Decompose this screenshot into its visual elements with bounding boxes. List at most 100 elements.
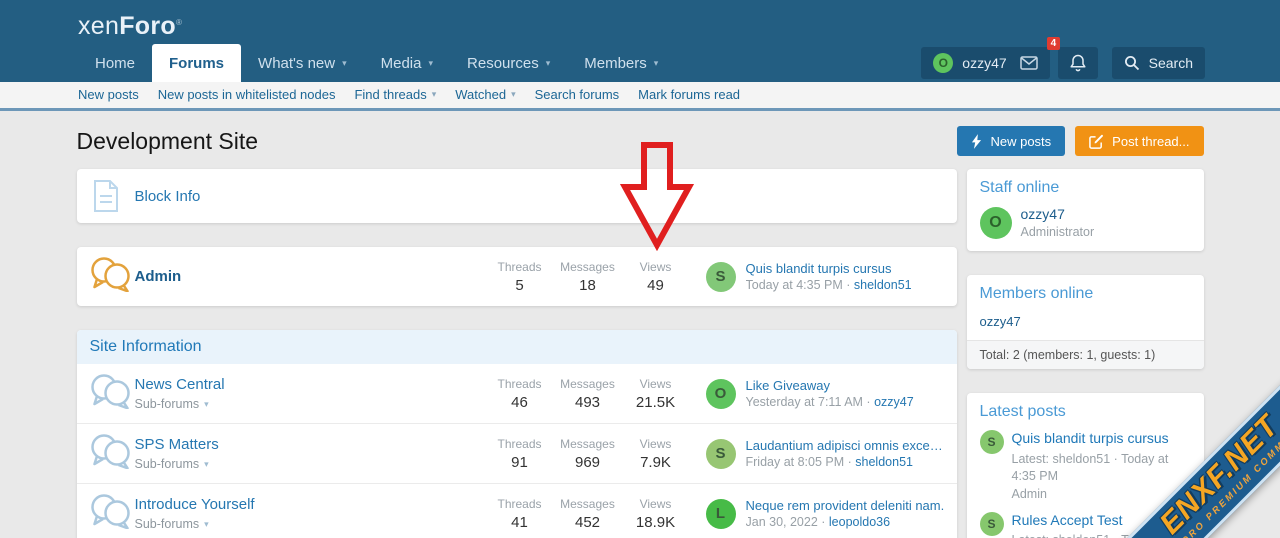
subnav-new-posts-whitelisted[interactable]: New posts in whitelisted nodes (158, 87, 336, 102)
subnav-watched[interactable]: Watched▾ (455, 87, 515, 102)
block-info-link[interactable]: Block Info (135, 188, 201, 205)
search-icon (1124, 55, 1140, 71)
members-online-total: Total: 2 (members: 1, guests: 1) (967, 340, 1204, 369)
members-online-block: Members online ozzy47 Total: 2 (members:… (967, 275, 1204, 369)
latest-post-link[interactable]: Quis blandit turpis cursus (1012, 430, 1191, 448)
subnav-new-posts[interactable]: New posts (78, 87, 139, 102)
avatar[interactable]: O (980, 207, 1012, 239)
threads-stat: Threads41 (486, 497, 554, 531)
site-information-panel: Site Information News Central Sub-forums… (77, 330, 957, 538)
forum-title-admin[interactable]: Admin (135, 268, 182, 285)
category-header[interactable]: Site Information (77, 330, 957, 364)
threads-stat: Threads46 (486, 377, 554, 411)
subnav-find-threads[interactable]: Find threads▾ (354, 87, 436, 102)
messages-stat: Messages452 (554, 497, 622, 531)
forum-title-sps-matters[interactable]: SPS Matters (135, 436, 219, 453)
forum-comments-icon (89, 433, 135, 474)
trademark-mark: ® (176, 18, 182, 27)
xenforo-logo[interactable]: xenForo® (78, 12, 1280, 41)
chevron-down-icon: ▾ (546, 58, 551, 69)
block-info-panel: Block Info (77, 169, 957, 223)
avatar[interactable]: S (980, 430, 1004, 454)
avatar[interactable]: S (706, 262, 736, 292)
admin-forum-panel: Admin Threads5 Messages18 Views49 S Quis… (77, 247, 957, 306)
threads-stat: Threads91 (486, 437, 554, 471)
forum-row: Introduce Yourself Sub-forums▾ Threads41… (77, 483, 957, 538)
subforums-toggle[interactable]: Sub-forums▾ (135, 397, 486, 411)
account-menu[interactable]: O ozzy47 (921, 47, 1049, 79)
alerts-button[interactable]: 4 (1058, 47, 1098, 79)
latest-user-link[interactable]: ozzy47 (874, 395, 914, 409)
annotation-arrow-down (620, 141, 694, 251)
members-online-title: Members online (967, 275, 1204, 310)
chevron-down-icon: ▾ (342, 58, 347, 69)
subforums-toggle[interactable]: Sub-forums▾ (135, 517, 486, 531)
forum-comments-icon (89, 373, 135, 414)
nav-item-home[interactable]: Home (78, 44, 152, 82)
post-thread-button[interactable]: Post thread... (1075, 126, 1203, 156)
latest-user-link[interactable]: sheldon51 (855, 455, 913, 469)
chevron-down-icon: ▾ (204, 399, 209, 410)
staff-online-block: Staff online O ozzy47 Administrator (967, 169, 1204, 251)
messages-stat: Messages969 (554, 437, 622, 471)
staff-role: Administrator (1021, 225, 1095, 239)
main-nav: Home Forums What's new▾ Media▾ Resources… (78, 44, 675, 82)
forum-row: News Central Sub-forums▾ Threads46 Messa… (77, 364, 957, 423)
latest-thread-link[interactable]: Quis blandit turpis cursus (746, 261, 912, 276)
conversations-icon[interactable] (1020, 56, 1038, 70)
username: ozzy47 (962, 55, 1006, 71)
avatar: O (933, 53, 953, 73)
nav-item-members[interactable]: Members▾ (567, 44, 675, 82)
messages-stat: Messages18 (554, 260, 622, 294)
forum-title-news-central[interactable]: News Central (135, 376, 225, 393)
avatar[interactable]: L (706, 499, 736, 529)
subforums-toggle[interactable]: Sub-forums▾ (135, 457, 486, 471)
views-stat: Views18.9K (622, 497, 690, 531)
latest-user-link[interactable]: leopoldo36 (829, 515, 890, 529)
nav-item-whats-new[interactable]: What's new▾ (241, 44, 364, 82)
chevron-down-icon: ▾ (204, 519, 209, 530)
views-stat: Views21.5K (622, 377, 690, 411)
chevron-down-icon: ▾ (432, 89, 437, 100)
latest-thread-link[interactable]: Laudantium adipisci omnis exceptu... (746, 438, 945, 453)
chevron-down-icon: ▾ (511, 89, 516, 100)
latest-thread-link[interactable]: Like Giveaway (746, 378, 914, 393)
chevron-down-icon: ▾ (428, 58, 433, 69)
alerts-badge: 4 (1047, 37, 1061, 50)
forum-title-introduce-yourself[interactable]: Introduce Yourself (135, 496, 255, 513)
staff-online-title: Staff online (967, 169, 1204, 204)
avatar[interactable]: S (980, 512, 1004, 536)
bell-icon (1070, 54, 1086, 72)
subnav-search-forums[interactable]: Search forums (535, 87, 620, 102)
nav-item-media[interactable]: Media▾ (364, 44, 450, 82)
search-button[interactable]: Search (1112, 47, 1205, 79)
subnav-mark-forums-read[interactable]: Mark forums read (638, 87, 740, 102)
forum-row: Admin Threads5 Messages18 Views49 S Quis… (77, 247, 957, 306)
staff-username-link[interactable]: ozzy47 (1021, 206, 1065, 222)
latest-post-forum: Admin (1012, 487, 1191, 501)
page-title: Development Site (77, 128, 259, 155)
chevron-down-icon: ▾ (204, 459, 209, 470)
avatar[interactable]: S (706, 439, 736, 469)
member-username-link[interactable]: ozzy47 (980, 314, 1021, 329)
chevron-down-icon: ▾ (654, 58, 659, 69)
latest-post-meta: Latest: sheldon51 · Today at 4:35 PM (1012, 451, 1191, 486)
forum-comments-icon (89, 493, 135, 534)
edit-icon (1089, 134, 1104, 149)
bolt-icon (971, 134, 982, 149)
latest-user-link[interactable]: sheldon51 (854, 278, 912, 292)
forum-comments-icon (89, 256, 135, 297)
latest-thread-link[interactable]: Neque rem provident deleniti nam. (746, 498, 945, 513)
views-stat: Views49 (622, 260, 690, 294)
staff-online-user: O ozzy47 Administrator (967, 204, 1204, 251)
site-header: xenForo® Home Forums What's new▾ Media▾ … (0, 0, 1280, 82)
section-links: New posts New posts in whitelisted nodes… (0, 82, 1280, 111)
document-icon (93, 180, 119, 212)
views-stat: Views7.9K (622, 437, 690, 471)
avatar[interactable]: O (706, 379, 736, 409)
new-posts-button[interactable]: New posts (957, 126, 1065, 156)
threads-stat: Threads5 (486, 260, 554, 294)
latest-posts-title: Latest posts (967, 393, 1204, 428)
nav-item-resources[interactable]: Resources▾ (450, 44, 567, 82)
nav-item-forums[interactable]: Forums (152, 44, 241, 82)
